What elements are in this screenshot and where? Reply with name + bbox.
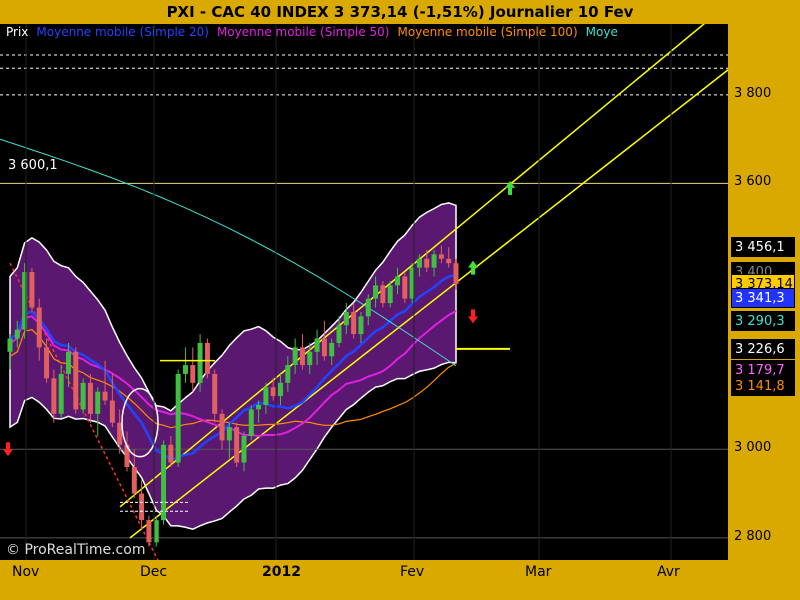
candle-body: [263, 387, 269, 405]
candle-body: [387, 285, 393, 304]
candle-body: [241, 435, 247, 463]
y-tick-label: 3 000: [734, 440, 772, 456]
candle-body: [321, 338, 327, 357]
candle-body: [212, 373, 218, 414]
candle-body: [102, 391, 108, 401]
price-chart-svg: [0, 24, 728, 560]
x-tick-label: Nov: [12, 564, 40, 580]
sell-arrow-icon: [468, 316, 478, 324]
candle-body: [292, 347, 298, 366]
candle-body: [285, 365, 291, 383]
candle-body: [299, 347, 305, 366]
x-tick-label: Fev: [400, 564, 425, 580]
candle-body: [44, 347, 50, 379]
candle-body: [278, 382, 284, 397]
sell-arrow-icon-shaft: [471, 309, 475, 317]
y-tick-label: 2 800: [734, 528, 772, 544]
candle-body: [139, 493, 145, 521]
channel-lower: [129, 68, 728, 539]
candle-body: [95, 391, 101, 414]
candle-body: [329, 342, 335, 357]
buy-arrow-icon: [468, 260, 478, 268]
candle-body: [87, 382, 93, 414]
candle-body: [219, 413, 225, 441]
candle-body: [380, 285, 386, 304]
chart-window: PXI - CAC 40 INDEX 3 373,14 (-1,51%) Jou…: [0, 0, 800, 600]
candle-body: [131, 466, 137, 494]
candle-body: [80, 382, 86, 410]
legend-entry: Prix: [6, 25, 29, 39]
x-tick-label: Dec: [140, 564, 168, 580]
value-box: 3 341,3: [731, 288, 795, 309]
candle-body: [109, 400, 115, 423]
candle-body: [168, 444, 174, 463]
candle-body: [197, 342, 203, 383]
candle-body: [351, 311, 357, 335]
candle-body: [204, 342, 210, 374]
candle-body: [395, 276, 401, 286]
buy-arrow-icon-shaft: [471, 267, 475, 275]
candle-body: [336, 325, 342, 343]
candle-body: [182, 365, 188, 374]
candle-body: [365, 298, 371, 317]
candle-body: [234, 427, 240, 463]
sell-arrow-icon: [3, 449, 13, 457]
candle-body: [256, 404, 262, 410]
candle-body: [161, 444, 167, 521]
candle-body: [453, 263, 459, 285]
candle-body: [51, 378, 57, 414]
x-tick-label: Mar: [525, 564, 552, 580]
candle-body: [438, 254, 444, 259]
candle-body: [307, 351, 313, 366]
candle-body: [270, 387, 276, 397]
candle-body: [358, 316, 364, 335]
legend-entry: Moye: [585, 25, 618, 39]
candle-body: [314, 338, 320, 352]
candle-body: [431, 254, 437, 268]
candle-body: [65, 351, 71, 374]
candle-body: [343, 311, 349, 326]
candle-body: [73, 351, 79, 410]
candle-body: [402, 276, 408, 299]
y-axis: 3 800 3 600 3 000 2 800 3 456,1 3 400 3 373,14…: [728, 24, 800, 560]
x-tick-label: Avr: [657, 564, 680, 580]
candle-body: [416, 258, 422, 268]
legend-entry: Moyenne mobile (Simple 50): [216, 25, 390, 39]
candle-body: [248, 409, 254, 436]
y-tick-label: 3 600: [734, 174, 772, 190]
watermark: © ProRealTime.com: [6, 542, 146, 558]
x-tick-label: 2012: [262, 564, 301, 580]
candle-body: [146, 520, 152, 543]
candle-body: [446, 258, 452, 264]
x-axis: Nov Dec 2012 Fev Mar Avr: [0, 560, 728, 600]
candle-body: [36, 307, 42, 348]
chart-title: PXI - CAC 40 INDEX 3 373,14 (-1,51%) Jou…: [166, 3, 634, 21]
value-box: 3 226,6: [731, 338, 795, 359]
candle-body: [58, 373, 64, 414]
candle-body: [7, 338, 13, 352]
candle-body: [14, 329, 20, 339]
value-box: 3 456,1: [731, 237, 795, 258]
level-label: 3 600,1: [8, 158, 58, 173]
plot-area[interactable]: Prix Moyenne mobile (Simple 20) Moyenne mo…: [0, 24, 728, 560]
sell-arrow-icon-shaft: [6, 442, 10, 450]
buy-arrow-icon-shaft: [508, 187, 512, 195]
candle-body: [226, 427, 232, 441]
candle-body: [190, 365, 196, 383]
legend: Prix Moyenne mobile (Simple 20) Moyenne mo…: [6, 25, 626, 39]
y-tick-label: 3 800: [734, 85, 772, 101]
candle-body: [175, 373, 181, 463]
legend-entry: Moyenne mobile (Simple 20): [36, 25, 209, 39]
candle-body: [424, 258, 430, 268]
candle-body: [373, 285, 379, 299]
candle-body: [29, 272, 35, 308]
value-box: 3 141,8: [731, 376, 795, 397]
legend-entry: Moyenne mobile (Simple 100): [397, 25, 578, 39]
value-box: 3 290,3: [731, 310, 795, 331]
